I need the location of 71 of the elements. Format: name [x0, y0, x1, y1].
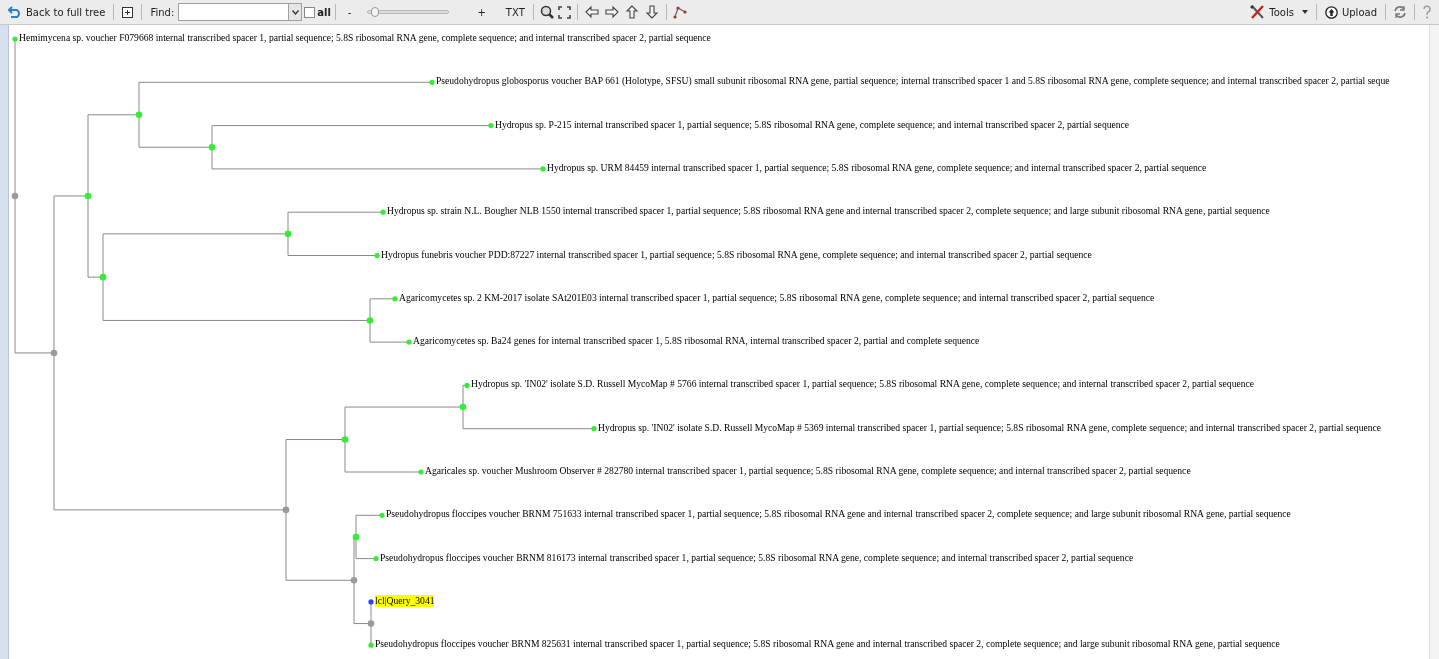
node-dot[interactable] — [488, 123, 494, 129]
leaf-label[interactable]: Pseudohydropus floccipes voucher BRNM 816173 internal transcribed spacer 1, partial sequence; 5.8S ribosomal RNA gene, complete sequence; and internal transcribed spacer 2, partial sequence — [380, 551, 1134, 564]
all-label: all — [317, 5, 331, 20]
node-dot[interactable] — [373, 556, 379, 562]
node-dot[interactable] — [392, 296, 398, 302]
leaf-label[interactable]: Agaricomycetes sp. Ba24 genes for internal transcribed spacer 1, 5.8S ribosomal RNA, internal transcribed spacer 2, partial and complete sequence — [413, 335, 980, 348]
leaf-label[interactable]: Hydropus sp. P-215 internal transcribed spacer 1, partial sequence; 5.8S ribosomal RNA gene, complete sequence; and internal transcribed spacer 2, partial sequence — [495, 118, 1130, 131]
node-dot[interactable] — [11, 192, 19, 200]
leaf-label[interactable]: Hydropus sp. 'IN02' isolate S.D. Russell MycoMap # 5369 internal transcribed spacer 1, partial sequence; 5.8S ribosomal RNA gene, complete sequence; and internal transcribed spacer 2, partial sequence — [598, 421, 1381, 434]
tools-button[interactable]: Tools — [1246, 2, 1312, 22]
return-arrow-icon — [8, 6, 22, 18]
node-dot[interactable] — [84, 192, 92, 200]
leaf-label[interactable]: Pseudohydropus globosporus voucher BAP 661 (Holotype, SFSU) small subunit ribosomal RNA gene, partial sequence; internal transcribed spacer 1 and 5.8S ribosomal RNA gene, complete sequence; and internal transcribed spacer 2, partial seque — [436, 75, 1390, 88]
leaf-label[interactable]: Hydropus sp. URM 84459 internal transcribed spacer 1, partial sequence; 5.8S ribosomal RNA gene, complete sequence; and internal transcribed spacer 2, partial sequence — [547, 161, 1207, 174]
expand-icon[interactable] — [122, 6, 134, 18]
leaf-label[interactable]: Pseudohydropus floccipes voucher BRNM 825631 internal transcribed spacer 1, partial sequence; 5.8S ribosomal RNA gene and internal transcribed spacer 2, complete sequence; and large subunit ribosomal RNA gene, partial sequence — [375, 638, 1280, 651]
slider-thumb[interactable] — [371, 7, 380, 17]
dropdown-caret-icon — [291, 9, 299, 15]
find-label: Find: — [150, 5, 175, 20]
node-dot[interactable] — [406, 339, 412, 345]
leaf-label[interactable]: Hydropus sp. 'IN02' isolate S.D. Russell MycoMap # 5766 internal transcribed spacer 1, partial sequence; 5.8S ribosomal RNA gene, complete sequence; and internal transcribed spacer 2, partial sequence — [471, 378, 1254, 391]
fullscreen-icon[interactable] — [557, 5, 571, 19]
node-dot[interactable] — [459, 403, 467, 411]
node-dot[interactable] — [367, 620, 375, 627]
node-dot[interactable] — [350, 576, 358, 584]
all-checkbox[interactable] — [304, 6, 316, 18]
node-dot[interactable] — [380, 209, 386, 215]
left-arrow-icon[interactable] — [584, 5, 599, 19]
find-combobox[interactable] — [178, 3, 303, 21]
leaf-label[interactable]: Hemimycena sp. voucher F079668 internal transcribed spacer 1, partial sequence; 5.8S ribosomal RNA gene, complete sequence; and internal transcribed spacer 2, partial sequence — [19, 32, 711, 44]
node-dot[interactable] — [12, 36, 18, 42]
txt-button[interactable]: TXT — [501, 4, 529, 20]
caret-icon — [1301, 10, 1308, 14]
scrollbar[interactable] — [1429, 25, 1439, 659]
node-dot[interactable] — [368, 599, 374, 605]
node-dot[interactable] — [464, 382, 470, 388]
node-dot[interactable] — [352, 533, 360, 541]
upload-button[interactable]: Upload — [1320, 2, 1381, 22]
leaf-label[interactable]: Agaricomycetes sp. 2 KM-2017 isolate SAt201E03 internal transcribed spacer 1, partial sequence; 5.8S ribosomal RNA gene, complete sequence; and internal transcribed spacer 2, partial sequence — [399, 291, 1155, 304]
help-icon[interactable] — [1422, 5, 1432, 19]
node-dot[interactable] — [429, 79, 435, 85]
branch-icon[interactable] — [672, 5, 687, 19]
node-dot[interactable] — [284, 230, 292, 238]
right-arrow-icon[interactable] — [604, 5, 619, 19]
down-arrow-icon[interactable] — [644, 5, 659, 19]
up-arrow-icon[interactable] — [624, 5, 639, 19]
node-dot[interactable] — [368, 642, 374, 648]
node-dot[interactable] — [50, 349, 58, 357]
magnifier-icon[interactable] — [539, 5, 554, 19]
leaf-label[interactable]: Hydropus funebris voucher PDD:87227 internal transcribed spacer 1, partial sequence; 5.8S ribosomal RNA gene, complete sequence; and internal transcribed spacer 2, partial sequence — [381, 248, 1092, 261]
node-dot[interactable] — [418, 469, 424, 475]
leaf-label[interactable]: Agaricales sp. voucher Mushroom Observer # 282780 internal transcribed spacer 1, partial sequence; 5.8S ribosomal RNA gene, complete sequence; and internal transcribed spacer 2, partial sequence — [425, 465, 1191, 477]
node-dot[interactable] — [282, 506, 290, 514]
node-dot[interactable] — [379, 512, 385, 518]
node-dot[interactable] — [591, 426, 597, 432]
leaf-label[interactable]: lcl|Query_3041 — [375, 594, 435, 607]
node-dot[interactable] — [208, 143, 216, 151]
node-dot[interactable] — [135, 111, 143, 119]
zoom-in-button[interactable]: + — [469, 4, 494, 20]
node-dot[interactable] — [374, 252, 380, 259]
refresh-icon[interactable] — [1393, 5, 1407, 19]
back-to-full-tree-button[interactable]: Back to full tree — [4, 2, 110, 22]
node-dot[interactable] — [341, 436, 349, 443]
upload-icon — [1324, 5, 1338, 19]
node-dot[interactable] — [366, 317, 374, 324]
node-dot[interactable] — [99, 273, 107, 281]
leaf-label[interactable]: Hydropus sp. strain N.L. Bougher NLB 1550 internal transcribed spacer 1, partial sequence; 5.8S ribosomal RNA gene and internal transcribed spacer 2, complete sequence; and large subunit ribosomal RNA gene, partial sequence — [387, 205, 1270, 218]
leaf-label[interactable]: Pseudohydropus floccipes voucher BRNM 751633 internal transcribed spacer 1, partial sequence; 5.8S ribosomal RNA gene and internal transcribed spacer 2, complete sequence; and large subunit ribosomal RNA gene, partial sequence — [386, 508, 1291, 521]
zoom-out-button[interactable]: - — [339, 4, 360, 20]
node-dot[interactable] — [540, 166, 546, 172]
tools-icon — [1250, 5, 1266, 19]
